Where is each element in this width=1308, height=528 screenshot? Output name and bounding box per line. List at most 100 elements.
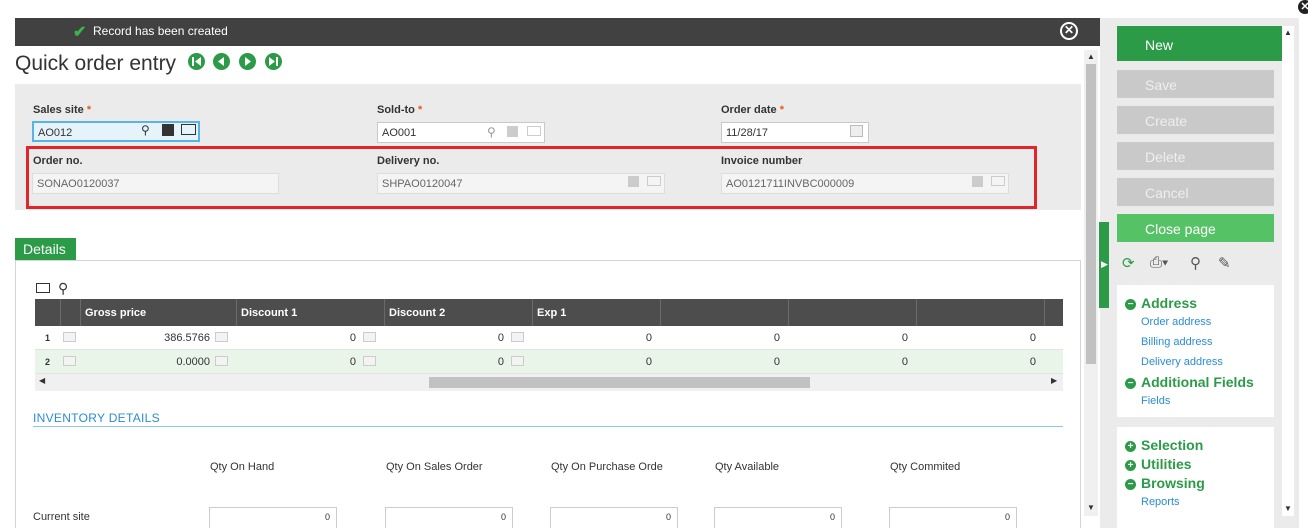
- last-record-icon[interactable]: [265, 53, 282, 70]
- attachment-icon[interactable]: ⚲: [1190, 254, 1201, 272]
- col-gross-price[interactable]: Gross price: [80, 299, 236, 326]
- table-row[interactable]: 2 0.0000 0 0 0 0 0 0: [35, 350, 1063, 374]
- select-icon[interactable]: [507, 126, 518, 137]
- page-title: Quick order entry: [15, 52, 177, 75]
- create-button[interactable]: Create: [1117, 106, 1274, 134]
- col-exp-1[interactable]: Exp 1: [532, 299, 660, 326]
- scroll-left-icon[interactable]: ◀: [39, 376, 45, 385]
- cell-icon[interactable]: [363, 332, 376, 342]
- section-browsing[interactable]: − Browsing: [1125, 475, 1205, 491]
- row-number: 1: [44, 333, 50, 343]
- scrollbar-thumb[interactable]: [429, 377, 810, 388]
- expand-icon: −: [1125, 299, 1136, 310]
- close-notification-icon[interactable]: ✕: [1060, 22, 1078, 40]
- sold-to-field[interactable]: AO001: [377, 122, 545, 143]
- cell-discount-1[interactable]: 0: [236, 326, 356, 350]
- checkmark-icon: ✔: [73, 24, 87, 41]
- qty-on-sales-order-header: Qty On Sales Order: [386, 461, 483, 473]
- sales-site-field[interactable]: AO012: [32, 121, 200, 142]
- close-window-icon[interactable]: ✕: [1298, 0, 1308, 14]
- expand-icon: ▶: [1101, 259, 1108, 269]
- refresh-icon[interactable]: ⟳: [1122, 254, 1135, 272]
- vertical-scrollbar[interactable]: ▲ ▼: [1084, 50, 1098, 516]
- section-additional-fields[interactable]: − Additional Fields: [1125, 374, 1254, 390]
- scroll-up-icon[interactable]: ▲: [1284, 28, 1292, 37]
- grid-header-num: [35, 299, 60, 326]
- qty-on-purchase-order-field: 0: [550, 507, 678, 528]
- qty-on-hand-header: Qty On Hand: [210, 461, 275, 473]
- horizontal-scrollbar[interactable]: ◀ ▶: [35, 374, 1063, 391]
- new-button[interactable]: New: [1117, 26, 1282, 61]
- cell-icon[interactable]: [511, 332, 524, 342]
- delete-button[interactable]: Delete: [1117, 142, 1274, 170]
- scroll-right-icon[interactable]: ▶: [1051, 376, 1057, 385]
- close-page-button[interactable]: Close page: [1117, 214, 1274, 242]
- section-address[interactable]: − Address: [1125, 295, 1197, 311]
- scrollbar-thumb[interactable]: [1086, 64, 1096, 364]
- expand-icon: −: [1125, 378, 1136, 389]
- search-icon[interactable]: ⚲: [141, 124, 150, 136]
- cell-exp-1[interactable]: 0: [532, 326, 652, 350]
- sales-site-label: Sales site *: [33, 104, 92, 116]
- search-icon[interactable]: ⚲: [487, 126, 496, 138]
- col-8: [1044, 299, 1063, 326]
- cell-gross-price[interactable]: 0.0000: [80, 350, 210, 374]
- cell-col-6[interactable]: 0: [788, 350, 908, 374]
- col-6[interactable]: [788, 299, 916, 326]
- col-5[interactable]: [660, 299, 788, 326]
- link-fields[interactable]: Fields: [1141, 395, 1170, 407]
- scroll-down-icon[interactable]: ▼: [1087, 503, 1095, 512]
- row-detail-icon[interactable]: [63, 356, 76, 366]
- qty-on-hand-field: 0: [209, 507, 337, 528]
- section-utilities[interactable]: + Utilities: [1125, 456, 1192, 472]
- cell-discount-1[interactable]: 0: [236, 350, 356, 374]
- scroll-up-icon[interactable]: ▲: [1087, 52, 1095, 61]
- cell-col-6[interactable]: 0: [788, 326, 908, 350]
- detail-icon[interactable]: [527, 126, 541, 136]
- link-billing-address[interactable]: Billing address: [1141, 336, 1213, 348]
- expand-icon: +: [1125, 441, 1136, 452]
- qty-available-field: 0: [714, 507, 842, 528]
- link-order-address[interactable]: Order address: [1141, 316, 1211, 328]
- col-7[interactable]: [916, 299, 1044, 326]
- cell-col-5[interactable]: 0: [660, 350, 780, 374]
- cell-discount-2[interactable]: 0: [384, 326, 504, 350]
- cell-col-7[interactable]: 0: [916, 350, 1036, 374]
- select-icon[interactable]: [162, 124, 174, 136]
- search-icon[interactable]: ⚲: [58, 281, 68, 295]
- notification-bar: ✔ Record has been created ✕: [15, 18, 1100, 46]
- cell-icon[interactable]: [511, 356, 524, 366]
- tab-details[interactable]: Details: [15, 238, 76, 260]
- order-date-field[interactable]: 11/28/17: [721, 122, 869, 143]
- link-delivery-address[interactable]: Delivery address: [1141, 356, 1223, 368]
- cancel-button[interactable]: Cancel: [1117, 178, 1274, 206]
- print-icon[interactable]: ⎙▾: [1150, 254, 1168, 271]
- scroll-down-icon[interactable]: ▼: [1284, 504, 1292, 513]
- next-record-icon[interactable]: [239, 53, 256, 70]
- row-detail-icon[interactable]: [63, 332, 76, 342]
- calendar-icon[interactable]: [850, 125, 863, 137]
- col-discount-1[interactable]: Discount 1: [236, 299, 384, 326]
- save-button[interactable]: Save: [1117, 70, 1274, 98]
- cell-icon[interactable]: [215, 356, 228, 366]
- comment-icon[interactable]: ✎: [1218, 254, 1231, 272]
- cell-col-7[interactable]: 0: [916, 326, 1036, 350]
- cell-discount-2[interactable]: 0: [384, 350, 504, 374]
- grid-settings-icon[interactable]: [36, 283, 50, 293]
- table-row[interactable]: 1 386.5766 0 0 0 0 0 0: [35, 326, 1063, 350]
- expand-icon: −: [1125, 479, 1136, 490]
- cell-icon[interactable]: [215, 332, 228, 342]
- cell-exp-1[interactable]: 0: [532, 350, 652, 374]
- panel-toggle[interactable]: ▶: [1099, 222, 1109, 308]
- cell-gross-price[interactable]: 386.5766: [80, 326, 210, 350]
- cell-icon[interactable]: [363, 356, 376, 366]
- panel-scrollbar[interactable]: ▲ ▼: [1282, 26, 1294, 516]
- col-discount-2[interactable]: Discount 2: [384, 299, 532, 326]
- link-reports[interactable]: Reports: [1141, 496, 1180, 508]
- highlight-box: [26, 146, 1037, 209]
- cell-col-5[interactable]: 0: [660, 326, 780, 350]
- previous-record-icon[interactable]: [213, 53, 230, 70]
- first-record-icon[interactable]: [188, 53, 205, 70]
- detail-icon[interactable]: [181, 124, 196, 135]
- section-selection[interactable]: + Selection: [1125, 437, 1203, 453]
